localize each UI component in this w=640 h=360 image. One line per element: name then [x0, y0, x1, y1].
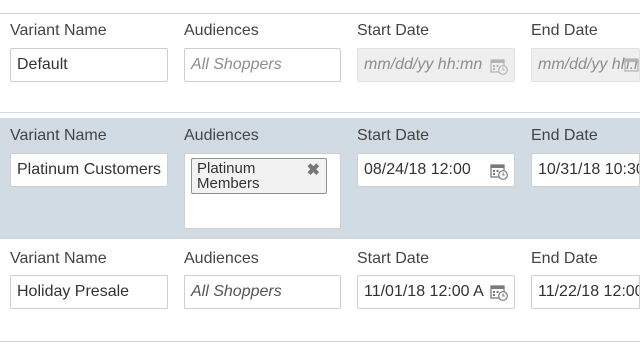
- audiences-input[interactable]: All Shoppers: [184, 48, 341, 82]
- audiences-label: Audiences: [184, 250, 259, 267]
- audiences-value: All Shoppers: [191, 283, 282, 300]
- variant-name-input[interactable]: Holiday Presale: [10, 275, 168, 309]
- row-divider: [0, 238, 640, 239]
- calendar-icon[interactable]: [490, 57, 508, 75]
- start-date-input[interactable]: 08/24/18 12:00: [357, 153, 515, 187]
- audience-chip-label: Platinum Members: [197, 160, 260, 192]
- audiences-multiselect[interactable]: Platinum Members ✖: [184, 153, 341, 229]
- variant-row-default: Variant Name Default Audiences All Shopp…: [0, 22, 640, 112]
- start-date-placeholder: mm/dd/yy hh:mn: [364, 56, 483, 73]
- variant-name-value: Holiday Presale: [17, 283, 130, 300]
- end-date-label: End Date: [531, 250, 598, 267]
- variant-name-label: Variant Name: [10, 127, 107, 144]
- calendar-icon[interactable]: [490, 162, 508, 180]
- row-divider: [0, 112, 640, 113]
- remove-chip-icon[interactable]: ✖: [307, 163, 320, 179]
- end-date-input[interactable]: 10/31/18 10:30: [531, 153, 640, 187]
- row-divider: [0, 13, 640, 14]
- audience-chip: Platinum Members ✖: [191, 158, 327, 194]
- end-date-value: 10/31/18 10:30: [538, 161, 640, 178]
- row-divider: [0, 341, 640, 342]
- audiences-input[interactable]: All Shoppers: [184, 275, 341, 309]
- audiences-placeholder: All Shoppers: [191, 56, 282, 73]
- start-date-value: 08/24/18 12:00: [364, 161, 471, 178]
- start-date-label: Start Date: [357, 22, 430, 39]
- variant-row-holiday: Variant Name Holiday Presale Audiences A…: [0, 250, 640, 340]
- end-date-input[interactable]: 11/22/18 12:00: [531, 275, 640, 309]
- variant-name-value: Platinum Customers: [17, 161, 162, 178]
- start-date-value: 11/01/18 12:00 A: [364, 283, 484, 300]
- calendar-icon[interactable]: [490, 283, 508, 301]
- variant-row-platinum: Variant Name Platinum Customers Audience…: [0, 118, 640, 238]
- variant-name-label: Variant Name: [10, 22, 107, 39]
- end-date-value: 11/22/18 12:00: [538, 283, 640, 300]
- start-date-label: Start Date: [357, 127, 430, 144]
- end-date-label: End Date: [531, 22, 598, 39]
- variant-name-input[interactable]: Platinum Customers: [10, 153, 168, 187]
- start-date-label: Start Date: [357, 250, 430, 267]
- calendar-icon[interactable]: [624, 56, 639, 74]
- end-date-label: End Date: [531, 127, 598, 144]
- variant-name-value: Default: [17, 56, 68, 73]
- audiences-label: Audiences: [184, 22, 259, 39]
- start-date-input[interactable]: mm/dd/yy hh:mn: [357, 48, 515, 82]
- variant-name-label: Variant Name: [10, 250, 107, 267]
- audiences-label: Audiences: [184, 127, 259, 144]
- variant-name-input[interactable]: Default: [10, 48, 168, 82]
